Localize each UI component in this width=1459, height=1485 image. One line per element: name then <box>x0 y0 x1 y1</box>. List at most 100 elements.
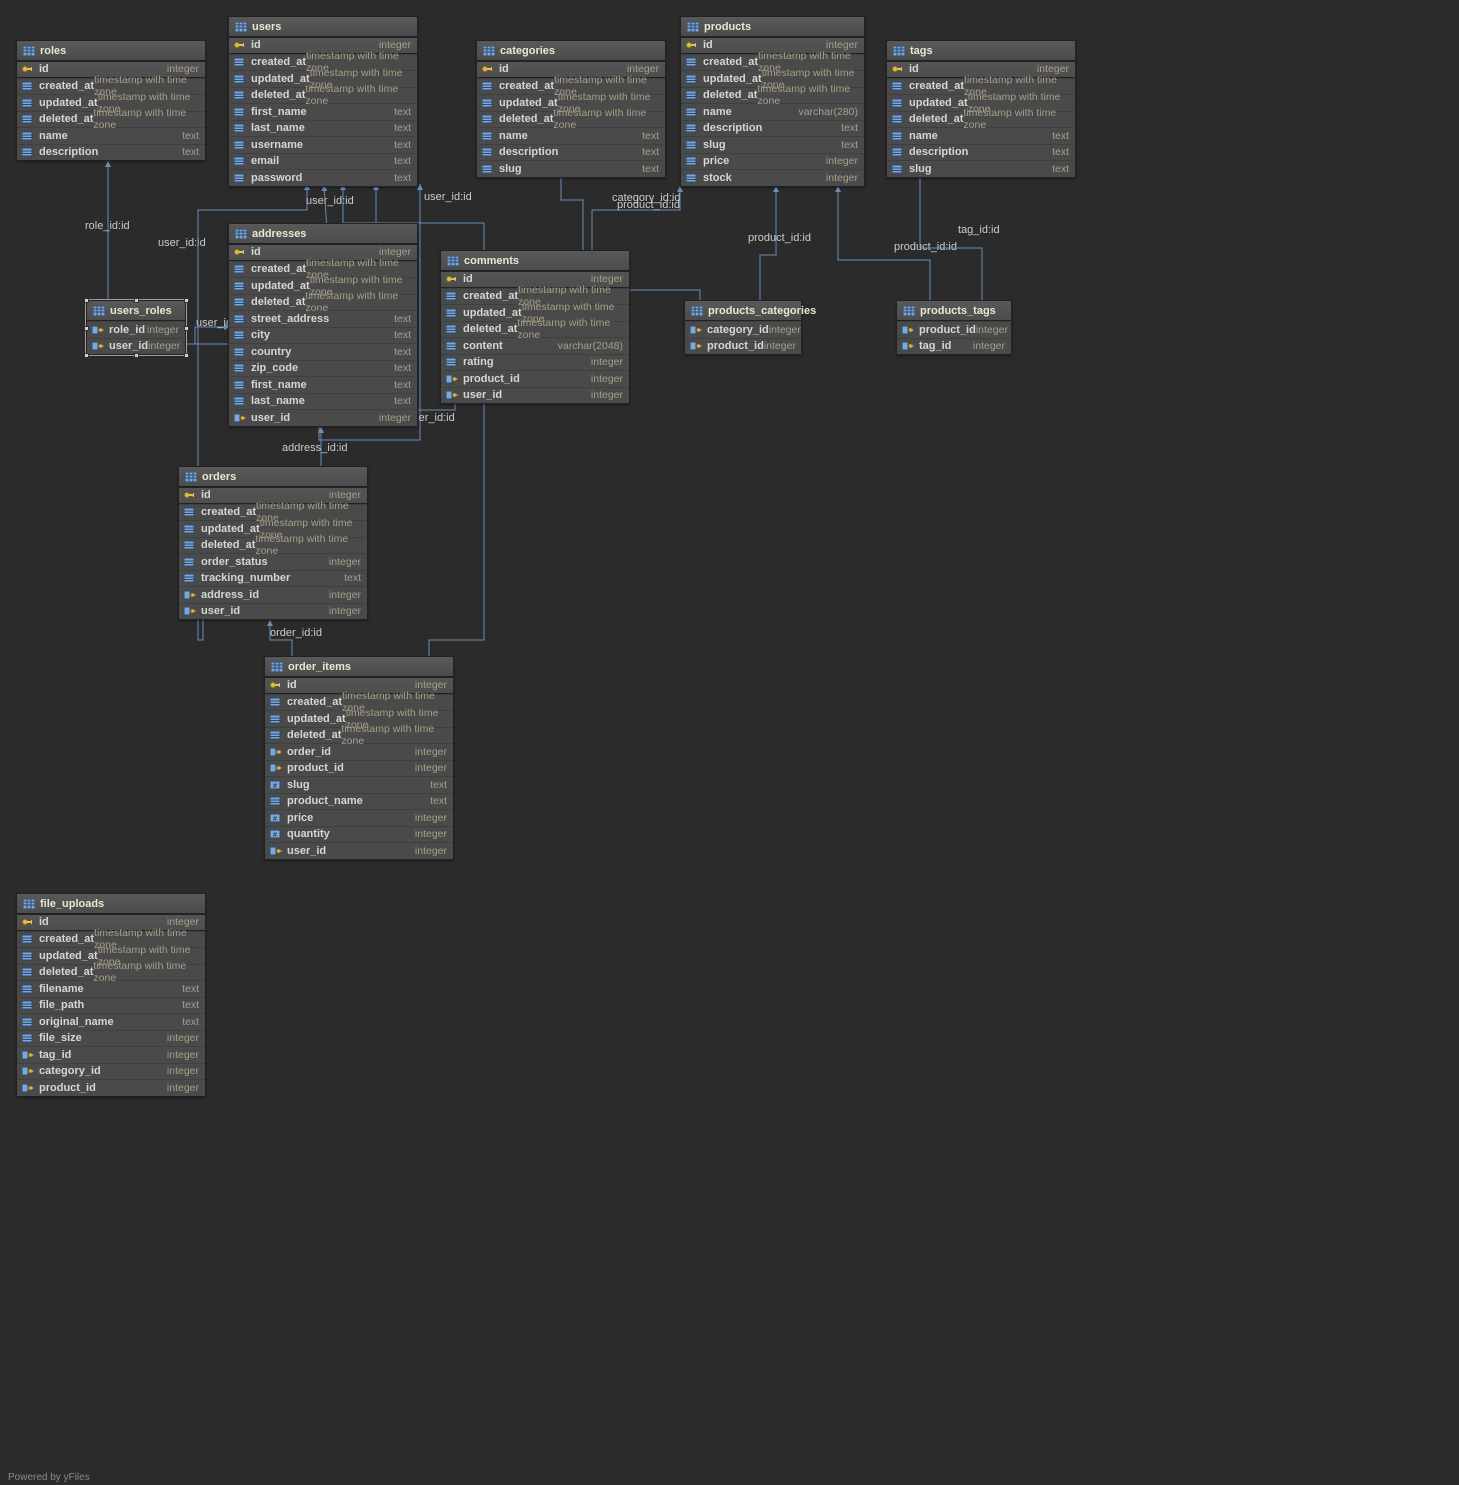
selection-handle[interactable] <box>184 326 189 331</box>
column-row[interactable]: descriptiontext <box>477 144 665 161</box>
column-row[interactable]: countrytext <box>229 343 417 360</box>
column-row[interactable]: ratinginteger <box>441 354 629 371</box>
column-row[interactable]: deleted_attimestamp with time zone <box>265 727 453 744</box>
table-header[interactable]: products <box>681 17 864 37</box>
table-header[interactable]: orders <box>179 467 367 487</box>
relationship-edge[interactable] <box>838 186 930 317</box>
table-header[interactable]: users <box>229 17 417 37</box>
db-table-roles[interactable]: rolesidintegercreated_attimestamp with t… <box>16 40 206 161</box>
table-name: products <box>704 21 751 33</box>
column-row[interactable]: slugtext <box>681 136 864 153</box>
column-row[interactable]: citytext <box>229 327 417 344</box>
column-row[interactable]: deleted_attimestamp with time zone <box>681 87 864 104</box>
primary-key-icon <box>685 40 699 50</box>
column-row[interactable]: product_idinteger <box>441 370 629 387</box>
table-header[interactable]: users_roles <box>87 301 185 321</box>
column-row[interactable]: descriptiontext <box>17 144 205 161</box>
selection-handle[interactable] <box>184 353 189 358</box>
column-row[interactable]: zip_codetext <box>229 360 417 377</box>
column-row[interactable]: last_nametext <box>229 120 417 137</box>
selection-handle[interactable] <box>134 298 139 303</box>
column-row[interactable]: usernametext <box>229 136 417 153</box>
table-header[interactable]: file_uploads <box>17 894 205 914</box>
column-row[interactable]: slugtext <box>477 160 665 177</box>
column-row[interactable]: deleted_attimestamp with time zone <box>17 111 205 128</box>
db-table-order_items[interactable]: order_itemsidintegercreated_attimestamp … <box>264 656 454 860</box>
column-row[interactable]: product_nametext <box>265 793 453 810</box>
table-header[interactable]: tags <box>887 41 1075 61</box>
column-row[interactable]: user_idinteger <box>265 842 453 859</box>
selection-handle[interactable] <box>84 298 89 303</box>
column-row[interactable]: role_idinteger <box>87 321 185 338</box>
relationship-edge[interactable] <box>760 186 776 316</box>
column-row[interactable]: #slugtext <box>265 776 453 793</box>
column-row[interactable]: user_idinteger <box>179 603 367 620</box>
edge-label: product_id:id <box>748 232 811 244</box>
db-table-users_roles[interactable]: users_rolesrole_idintegeruser_idinteger <box>86 300 186 355</box>
selection-handle[interactable] <box>84 326 89 331</box>
selection-handle[interactable] <box>84 353 89 358</box>
column-row[interactable]: #priceinteger <box>265 809 453 826</box>
column-row[interactable]: file_pathtext <box>17 997 205 1014</box>
table-header[interactable]: roles <box>17 41 205 61</box>
column-row[interactable]: tracking_numbertext <box>179 570 367 587</box>
column-row[interactable]: slugtext <box>887 160 1075 177</box>
table-header[interactable]: comments <box>441 251 629 271</box>
foreign-key-icon <box>91 325 105 335</box>
column-row[interactable]: deleted_attimestamp with time zone <box>179 537 367 554</box>
column-row[interactable]: passwordtext <box>229 169 417 186</box>
column-row[interactable]: product_idinteger <box>17 1079 205 1096</box>
column-row[interactable]: emailtext <box>229 153 417 170</box>
column-name: email <box>251 155 279 167</box>
column-row[interactable]: deleted_attimestamp with time zone <box>229 294 417 311</box>
db-table-file_uploads[interactable]: file_uploadsidintegercreated_attimestamp… <box>16 893 206 1097</box>
column-row[interactable]: last_nametext <box>229 393 417 410</box>
diagram-canvas[interactable]: role_id:iduser_id:iduser_id:iduser_id:id… <box>0 0 1459 1485</box>
column-row[interactable]: tag_idinteger <box>17 1046 205 1063</box>
column-row[interactable]: descriptiontext <box>681 120 864 137</box>
table-header[interactable]: addresses <box>229 224 417 244</box>
table-header[interactable]: products_tags <box>897 301 1011 321</box>
column-row[interactable]: deleted_attimestamp with time zone <box>17 964 205 981</box>
column-row[interactable]: address_idinteger <box>179 586 367 603</box>
column-row[interactable]: first_nametext <box>229 376 417 393</box>
db-table-comments[interactable]: commentsidintegercreated_attimestamp wit… <box>440 250 630 404</box>
db-table-orders[interactable]: ordersidintegercreated_attimestamp with … <box>178 466 368 620</box>
column-icon <box>183 524 197 534</box>
column-row[interactable]: tag_idinteger <box>897 338 1011 355</box>
column-row[interactable]: file_sizeinteger <box>17 1030 205 1047</box>
selection-handle[interactable] <box>184 298 189 303</box>
db-table-tags[interactable]: tagsidintegercreated_attimestamp with ti… <box>886 40 1076 178</box>
column-row[interactable]: deleted_attimestamp with time zone <box>229 87 417 104</box>
table-header[interactable]: order_items <box>265 657 453 677</box>
column-row[interactable]: user_idinteger <box>441 387 629 404</box>
column-row[interactable]: descriptiontext <box>887 144 1075 161</box>
db-table-addresses[interactable]: addressesidintegercreated_attimestamp wi… <box>228 223 418 427</box>
column-type: integer <box>591 389 623 401</box>
db-table-categories[interactable]: categoriesidintegercreated_attimestamp w… <box>476 40 666 178</box>
table-header[interactable]: categories <box>477 41 665 61</box>
column-row[interactable]: deleted_attimestamp with time zone <box>441 321 629 338</box>
column-row[interactable]: stockinteger <box>681 169 864 186</box>
column-icon <box>233 347 247 357</box>
column-row[interactable]: deleted_attimestamp with time zone <box>887 111 1075 128</box>
column-row[interactable]: priceinteger <box>681 153 864 170</box>
column-row[interactable]: product_idinteger <box>897 321 1011 338</box>
db-table-products_categories[interactable]: products_categoriescategory_idintegerpro… <box>684 300 802 355</box>
column-row[interactable]: user_idinteger <box>229 409 417 426</box>
relationship-edge[interactable] <box>920 168 982 317</box>
db-table-products_tags[interactable]: products_tagsproduct_idintegertag_idinte… <box>896 300 1012 355</box>
column-row[interactable]: category_idinteger <box>685 321 801 338</box>
column-row[interactable]: category_idinteger <box>17 1063 205 1080</box>
column-row[interactable]: original_nametext <box>17 1013 205 1030</box>
column-row[interactable]: product_idinteger <box>265 760 453 777</box>
column-row[interactable]: #quantityinteger <box>265 826 453 843</box>
column-row[interactable]: user_idinteger <box>87 338 185 355</box>
table-header[interactable]: products_categories <box>685 301 801 321</box>
primary-key-icon <box>183 490 197 500</box>
selection-handle[interactable] <box>134 353 139 358</box>
column-row[interactable]: product_idinteger <box>685 338 801 355</box>
column-row[interactable]: deleted_attimestamp with time zone <box>477 111 665 128</box>
db-table-users[interactable]: usersidintegercreated_attimestamp with t… <box>228 16 418 187</box>
db-table-products[interactable]: productsidintegercreated_attimestamp wit… <box>680 16 865 187</box>
